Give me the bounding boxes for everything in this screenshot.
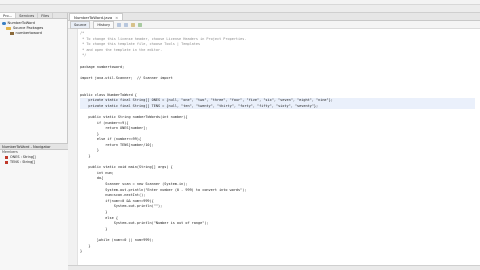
status-bar [68, 265, 480, 270]
editor-toolbar: Source History [68, 20, 480, 29]
history-tab[interactable]: History [93, 20, 115, 29]
forward-icon[interactable] [124, 22, 129, 27]
tab-services[interactable]: Services [16, 13, 39, 18]
field-icon [5, 156, 8, 159]
tab-files[interactable]: Files [38, 13, 54, 18]
main-toolbar [0, 5, 480, 13]
tree-item-package[interactable]: numbertoword [2, 31, 65, 36]
close-icon[interactable]: × [115, 14, 118, 21]
navigator-item-label: TENS : String[] [10, 160, 35, 164]
editor-tabs: NumberToWord.java × [68, 13, 480, 21]
field-icon [5, 161, 8, 164]
project-icon [2, 21, 6, 26]
code-area[interactable]: /* * To change this license header, choo… [80, 31, 475, 263]
navigator-item-tens[interactable]: TENS : String[] [0, 160, 68, 165]
source-tab[interactable]: Source [70, 20, 91, 29]
project-tree: NumberToWord Source Packages numbertowor… [0, 19, 67, 38]
search-icon[interactable] [131, 22, 136, 27]
editor-tab-label: NumberToWord.java [74, 14, 113, 20]
tree-item-label: numbertoword [15, 31, 42, 35]
code-editor: NumberToWord.java × Source History /* * … [68, 13, 480, 265]
navigator-panel: NumberToWord - Navigator Members ONES : … [0, 143, 68, 270]
line-number-gutter [68, 29, 78, 265]
folder-icon [6, 26, 11, 31]
tab-projects[interactable]: Pro... [0, 13, 17, 18]
code-line[interactable]: } [80, 249, 475, 255]
back-icon[interactable] [117, 22, 122, 27]
editor-tab-file[interactable]: NumberToWord.java × [69, 13, 124, 21]
package-icon [10, 31, 14, 36]
run-icon[interactable] [138, 22, 143, 27]
